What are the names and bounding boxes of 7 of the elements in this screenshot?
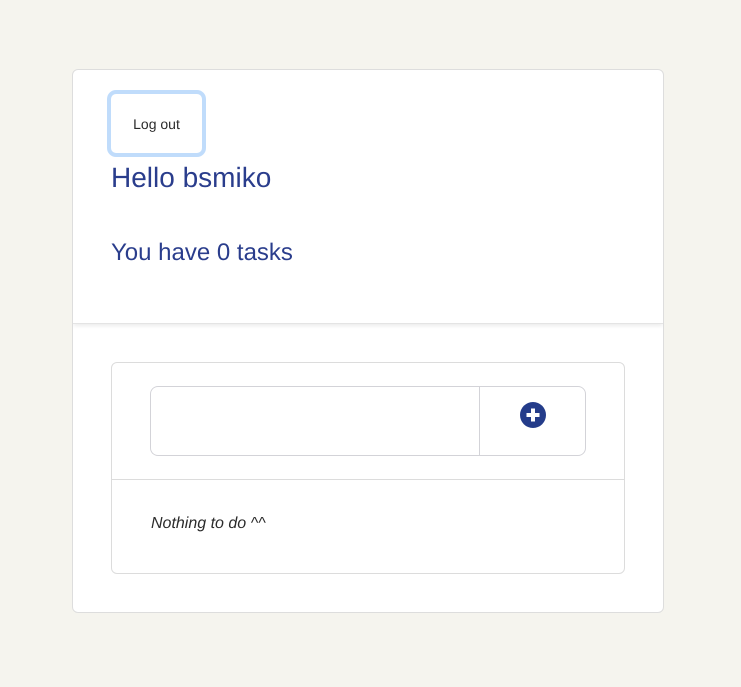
greeting-heading: Hello bsmiko [111,161,272,195]
task-count-text: You have 0 tasks [111,238,294,268]
new-task-field[interactable] [150,386,479,456]
logout-button[interactable]: Log out [107,90,206,157]
add-task-button[interactable] [479,386,586,456]
empty-list-message: Nothing to do ^^ [151,514,267,534]
plus-circle-icon [520,402,546,428]
